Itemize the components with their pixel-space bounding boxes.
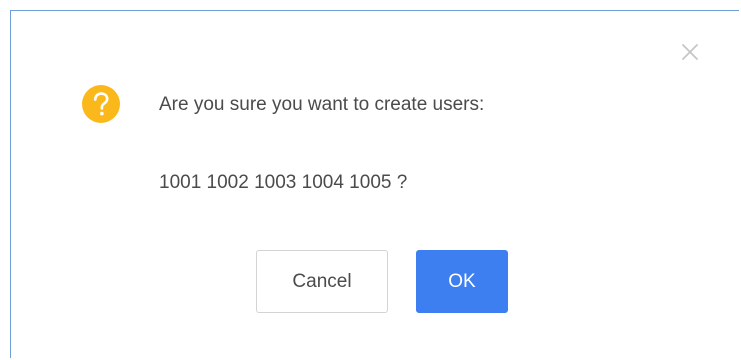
confirm-message: Are you sure you want to create users: [159,94,485,115]
close-icon[interactable] [681,43,699,61]
ok-button[interactable]: OK [416,250,508,313]
ok-button-label: OK [448,270,476,292]
question-icon [82,85,120,123]
confirm-dialog: Are you sure you want to create users: 1… [10,10,739,358]
user-list-text: 1001 1002 1003 1004 1005 ? [159,172,408,193]
cancel-button-label: Cancel [292,270,352,292]
cancel-button[interactable]: Cancel [256,250,388,313]
close-button[interactable] [678,40,702,64]
